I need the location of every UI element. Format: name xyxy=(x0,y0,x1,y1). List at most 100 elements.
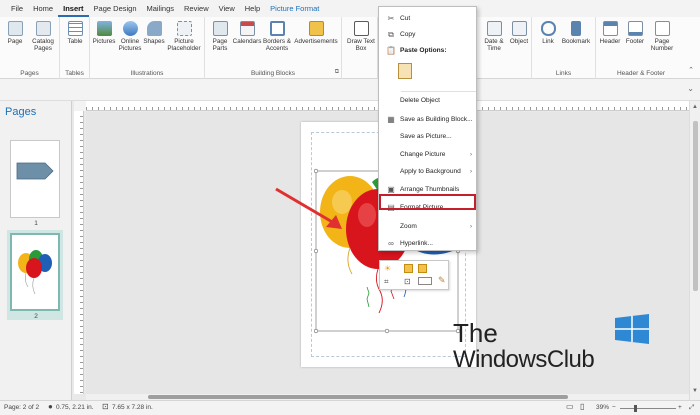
tab-review[interactable]: Review xyxy=(179,0,214,17)
menu-item-change-picture[interactable]: Change Picture › xyxy=(379,147,478,162)
expand-icon[interactable]: ⌄ xyxy=(687,84,694,93)
page-parts-icon xyxy=(212,21,228,36)
vertical-scrollbar[interactable]: ▲ ▼ xyxy=(689,101,700,400)
menu-item-save-building-block[interactable]: ▦ Save as Building Block... xyxy=(379,112,478,127)
windowsclub-watermark: The WindowsClub xyxy=(453,314,653,376)
collapse-ribbon-icon[interactable]: ⌃ xyxy=(688,66,694,74)
vertical-scroll-thumb[interactable] xyxy=(693,121,698,291)
bookmark-icon xyxy=(571,21,581,36)
status-bar: Page: 2 of 2 ● 0.75, 2.21 in. ⊡ 7.65 x 7… xyxy=(0,400,700,415)
ruler-corner xyxy=(74,101,86,111)
table-button[interactable]: Table xyxy=(65,21,85,45)
picture-border-icon[interactable] xyxy=(418,264,427,273)
shapes-icon xyxy=(146,21,162,36)
page-number-icon xyxy=(654,21,670,36)
online-pictures-icon xyxy=(122,21,138,36)
menu-item-delete-object[interactable]: Delete Object xyxy=(379,93,478,108)
quick-bar: ⌄ xyxy=(0,79,700,101)
scissors-icon: ✂ xyxy=(387,14,395,23)
catalog-pages-icon xyxy=(35,21,51,36)
format-painter-icon[interactable]: ✎ xyxy=(438,275,446,286)
group-building-blocks: Page Parts Calendars Borders & Accents A… xyxy=(205,17,342,79)
building-blocks-launcher-icon[interactable]: ⧉ xyxy=(335,69,339,76)
calendars-icon xyxy=(239,21,255,36)
draw-text-box-button[interactable]: Draw Text Box xyxy=(344,21,378,52)
tab-insert[interactable]: Insert xyxy=(58,0,89,17)
scroll-down-icon[interactable]: ▼ xyxy=(692,388,698,394)
page-button[interactable]: Page xyxy=(6,21,24,45)
shapes-button[interactable]: Shapes xyxy=(143,21,165,45)
two-page-view-icon[interactable]: ▯ xyxy=(580,402,584,411)
group-illustrations: Pictures Online Pictures Shapes Picture … xyxy=(90,17,205,79)
object-button[interactable]: Object xyxy=(508,21,530,45)
bookmark-button[interactable]: Bookmark xyxy=(560,21,592,45)
calendars-button[interactable]: Calendars xyxy=(233,21,261,45)
catalog-pages-button[interactable]: Catalog Pages xyxy=(30,21,56,52)
pictures-icon xyxy=(96,21,112,36)
advertisements-icon xyxy=(308,21,324,36)
page-number-2: 2 xyxy=(34,313,38,320)
brightness-icon[interactable]: ☀ xyxy=(384,264,391,273)
wrap-text-icon[interactable]: ⊡ xyxy=(404,277,411,286)
table-icon xyxy=(67,21,83,36)
submenu-arrow-icon: › xyxy=(470,223,472,230)
page-thumbnail-1[interactable] xyxy=(10,140,60,218)
group-links: Link Bookmark Links xyxy=(532,17,596,79)
zoom-in-icon[interactable]: + xyxy=(678,404,682,411)
arrange-icon[interactable] xyxy=(418,277,432,285)
tab-file[interactable]: File xyxy=(6,0,28,17)
submenu-arrow-icon: › xyxy=(470,168,472,175)
menu-item-apply-to-background[interactable]: Apply to Background › xyxy=(379,164,478,179)
zoom-out-icon[interactable]: − xyxy=(612,404,616,411)
horizontal-scroll-thumb[interactable] xyxy=(148,395,568,399)
position-icon: ● xyxy=(48,402,53,411)
menu-item-copy[interactable]: ⧉ Copy xyxy=(379,27,478,42)
zoom-slider[interactable] xyxy=(620,408,676,409)
header-button[interactable]: Header xyxy=(598,21,622,45)
ribbon-tabs: File Home Insert Page Design Mailings Re… xyxy=(0,0,700,17)
page-icon xyxy=(7,21,23,36)
menu-item-hyperlink[interactable]: ∞ Hyperlink... xyxy=(379,236,478,251)
footer-button[interactable]: Footer xyxy=(623,21,647,45)
picture-placeholder-button[interactable]: Picture Placeholder xyxy=(166,21,202,52)
scroll-up-icon[interactable]: ▲ xyxy=(692,104,698,110)
page-number-1: 1 xyxy=(34,220,38,227)
paste-keep-source-icon[interactable] xyxy=(398,63,412,79)
tab-view[interactable]: View xyxy=(214,0,240,17)
status-page[interactable]: Page: 2 of 2 xyxy=(4,404,39,411)
page-thumbnail-2[interactable] xyxy=(10,233,60,311)
vertical-ruler[interactable] xyxy=(74,111,84,394)
status-zoom[interactable]: 39% xyxy=(596,404,609,411)
online-pictures-button[interactable]: Online Pictures xyxy=(118,21,142,52)
size-icon: ⊡ xyxy=(102,402,109,411)
pages-pane: Pages 1 2 xyxy=(0,101,72,400)
menu-item-save-as-picture[interactable]: Save as Picture... xyxy=(379,129,478,144)
advertisements-button[interactable]: Advertisements xyxy=(293,21,339,45)
tab-mailings[interactable]: Mailings xyxy=(142,0,180,17)
page-number-button[interactable]: Page Number xyxy=(649,21,675,52)
tab-home[interactable]: Home xyxy=(28,0,58,17)
date-time-icon xyxy=(486,21,502,36)
pentagon-shape-thumbnail xyxy=(16,162,54,180)
picture-styles-icon[interactable] xyxy=(404,264,413,273)
link-button[interactable]: Link xyxy=(538,21,558,45)
borders-accents-button[interactable]: Borders & Accents xyxy=(262,21,292,52)
date-time-button[interactable]: Date & Time xyxy=(482,21,506,52)
menu-separator xyxy=(401,91,476,92)
pages-pane-title: Pages xyxy=(5,106,37,118)
building-block-icon: ▦ xyxy=(387,115,395,124)
pictures-button[interactable]: Pictures xyxy=(93,21,115,45)
page-parts-button[interactable]: Page Parts xyxy=(209,21,231,52)
tab-page-design[interactable]: Page Design xyxy=(89,0,142,17)
menu-item-cut[interactable]: ✂ Cut xyxy=(379,11,478,26)
crop-icon[interactable]: ⌗ xyxy=(384,277,389,287)
borders-accents-icon xyxy=(269,21,285,36)
tab-help[interactable]: Help xyxy=(240,0,265,17)
menu-item-zoom[interactable]: Zoom › xyxy=(379,219,478,234)
single-page-view-icon[interactable]: ▭ xyxy=(566,402,574,411)
zoom-slider-thumb[interactable] xyxy=(634,405,637,412)
format-picture-highlight-box xyxy=(379,194,476,210)
footer-icon xyxy=(627,21,643,36)
fit-page-icon[interactable]: ⤢ xyxy=(689,404,694,412)
tab-picture-format[interactable]: Picture Format xyxy=(265,0,324,17)
